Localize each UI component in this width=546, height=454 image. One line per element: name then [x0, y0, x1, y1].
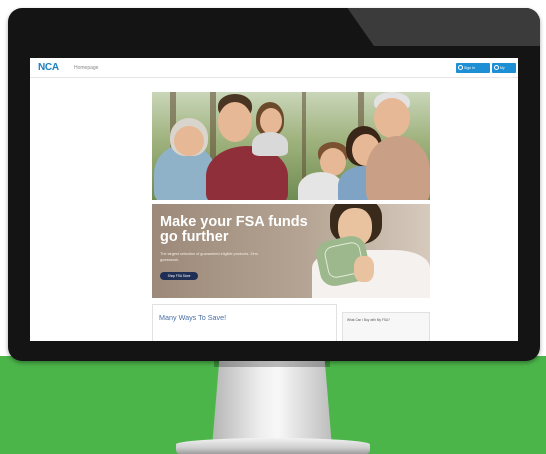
face	[174, 126, 204, 156]
savings-section: Many Ways To Save!	[152, 304, 337, 341]
fsa-promo-banner[interactable]: Make your FSA funds go further The large…	[152, 204, 430, 298]
sign-in-button[interactable]: Sign In	[456, 63, 490, 73]
person-grandfather	[366, 136, 430, 200]
promo-headline: Make your FSA funds go further	[160, 214, 308, 245]
face	[218, 102, 252, 142]
account-button[interactable]: My Account	[492, 63, 516, 80]
shop-fsa-store-button[interactable]: Shop FSA Store	[160, 272, 198, 280]
savings-section-title: Many Ways To Save!	[159, 313, 227, 322]
fsa-info-title[interactable]: What Can I Buy with My FSA?	[347, 318, 390, 322]
account-icon	[494, 65, 499, 70]
monitor-bezel: NCA Homepage Sign In My Account Make you…	[8, 8, 540, 361]
promo-subtext: The largest selection of guaranteed-elig…	[160, 252, 259, 262]
person-girl	[252, 132, 288, 156]
monitor-stand-base	[176, 438, 370, 454]
sign-in-label: Sign In	[464, 66, 475, 70]
site-logo[interactable]: NCA	[38, 62, 59, 73]
monitor-screen: NCA Homepage Sign In My Account Make you…	[30, 58, 518, 341]
promo-photo-hand	[354, 256, 374, 282]
top-navigation: NCA Homepage Sign In My Account	[30, 58, 518, 80]
account-label: My Account	[500, 66, 513, 80]
stand-shadow	[214, 361, 330, 367]
bezel-glare	[346, 8, 540, 46]
user-icon	[458, 65, 463, 70]
monitor-stand-neck	[212, 361, 332, 447]
breadcrumb[interactable]: Homepage	[74, 65, 98, 71]
face	[374, 98, 410, 138]
face	[260, 108, 282, 134]
fsa-info-sidebar: What Can I Buy with My FSA?	[342, 312, 430, 341]
hero-family-photo	[152, 92, 430, 200]
